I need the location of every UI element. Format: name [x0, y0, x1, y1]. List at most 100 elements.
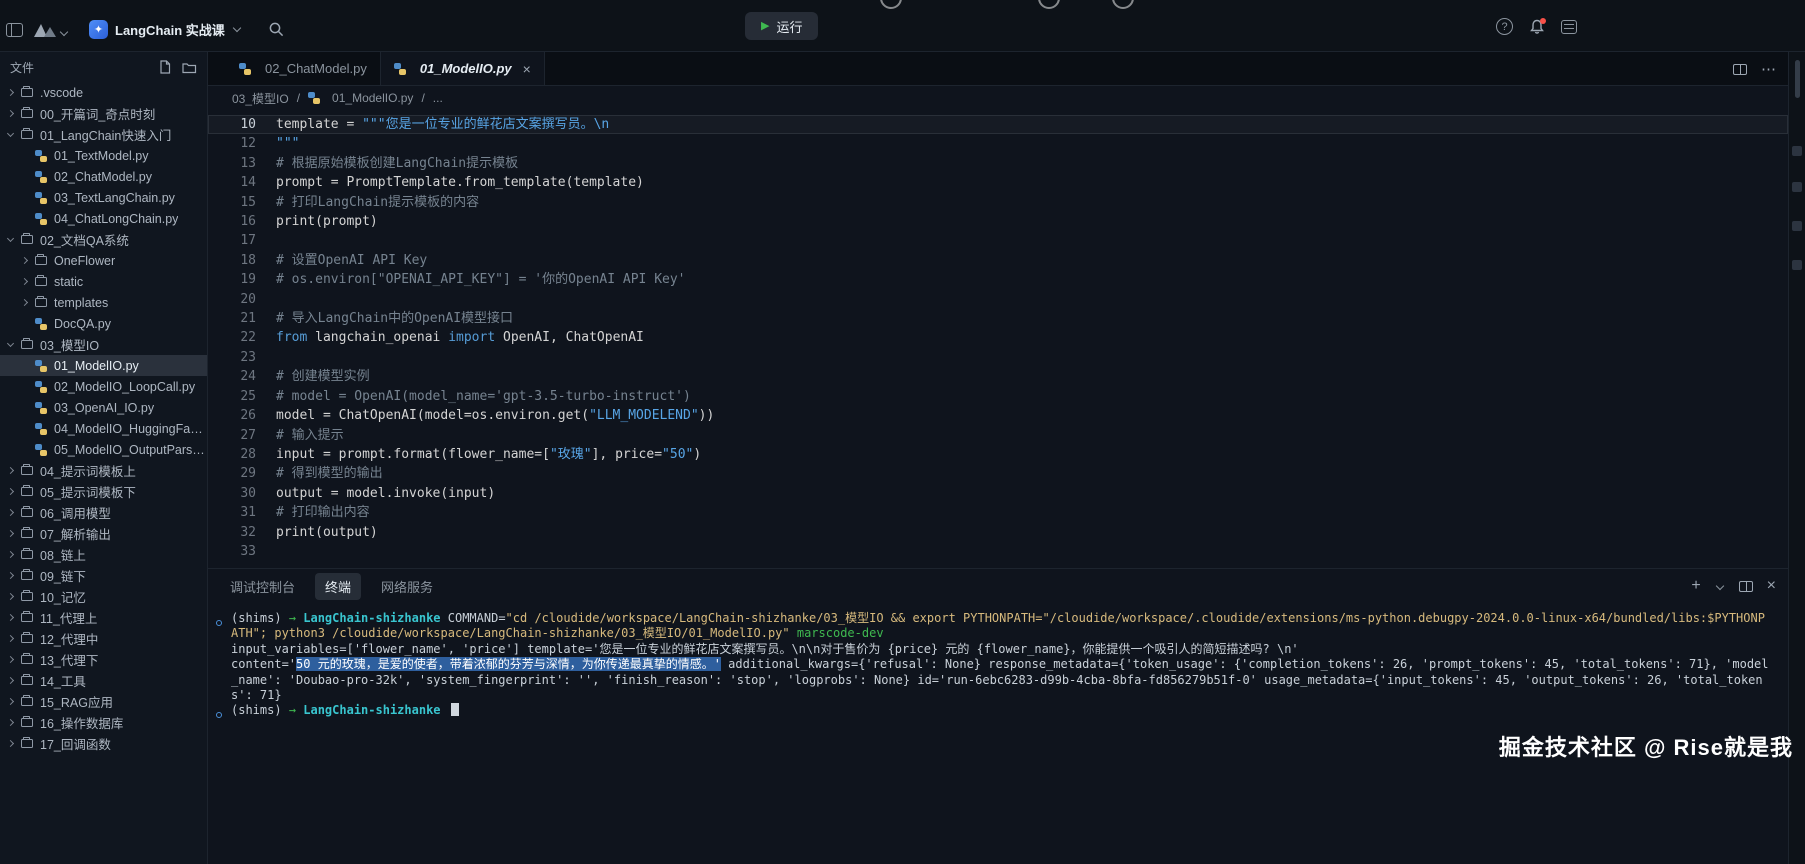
folder-icon [21, 613, 33, 622]
tree-item-file[interactable]: 04_ModelIO_HuggingFace.py [0, 418, 207, 439]
tree-item-folder[interactable]: OneFlower [0, 250, 207, 271]
code-line[interactable]: 13# 根据原始模板创建LangChain提示模板 [208, 154, 1788, 173]
tree-item-file[interactable]: 05_ModelIO_OutputParser.py [0, 439, 207, 460]
breadcrumb-file[interactable]: 01_ModelIO.py [332, 91, 413, 105]
split-terminal-icon[interactable] [1739, 581, 1753, 592]
code-line[interactable]: 21# 导入LangChain中的OpenAI模型接口 [208, 309, 1788, 328]
code-line[interactable]: 27# 输入提示 [208, 426, 1788, 445]
terminal-line[interactable]: input_variables=['flower_name', 'price']… [216, 642, 1770, 657]
code-line[interactable]: 18# 设置OpenAI API Key [208, 251, 1788, 270]
code-line[interactable]: 23 [208, 348, 1788, 367]
rail-item-icon[interactable] [1792, 146, 1802, 156]
code-line[interactable]: 29# 得到模型的输出 [208, 464, 1788, 483]
tree-item-file[interactable]: DocQA.py [0, 313, 207, 334]
tree-item-folder[interactable]: 06_调用模型 [0, 502, 207, 523]
breadcrumb-folder[interactable]: 03_模型IO [232, 90, 289, 107]
run-button[interactable]: ▶ 运行 [745, 12, 818, 40]
python-file-icon [35, 381, 47, 393]
more-actions-icon[interactable]: ⋯ [1761, 60, 1776, 78]
editor-tab[interactable]: 01_ModelIO.py× [381, 52, 545, 85]
new-folder-icon[interactable] [182, 61, 197, 74]
tree-item-folder[interactable]: 12_代理中 [0, 628, 207, 649]
new-terminal-icon[interactable]: + [1691, 578, 1700, 594]
rail-item-icon[interactable] [1792, 260, 1802, 270]
editor-tab-label: 02_ChatModel.py [265, 61, 367, 76]
tree-item-folder[interactable]: 16_操作数据库 [0, 712, 207, 733]
code-line[interactable]: 12""" [208, 134, 1788, 153]
code-line[interactable]: 14prompt = PromptTemplate.from_template(… [208, 173, 1788, 192]
tree-item-folder[interactable]: 09_链下 [0, 565, 207, 586]
terminal-line[interactable]: content='50 元的玫瑰，是爱的使者，带着浓郁的芬芳与深情，为你传递最真… [216, 657, 1770, 703]
chevron-right-icon [7, 488, 14, 495]
code-line[interactable]: 30output = model.invoke(input) [208, 484, 1788, 503]
tree-item-folder[interactable]: static [0, 271, 207, 292]
tree-item-folder[interactable]: 08_链上 [0, 544, 207, 565]
code-line[interactable]: 20 [208, 290, 1788, 309]
tree-item-folder[interactable]: 11_代理上 [0, 607, 207, 628]
panel-tab[interactable]: 网络服务 [371, 573, 443, 600]
tree-item-label: DocQA.py [54, 317, 111, 331]
tree-item-file[interactable]: 04_ChatLongChain.py [0, 208, 207, 229]
code-editor[interactable]: 10template = """您是一位专业的鲜花店文案撰写员。\n12"""1… [208, 110, 1788, 568]
tree-item-file[interactable]: 03_TextLangChain.py [0, 187, 207, 208]
search-button[interactable] [268, 21, 285, 38]
chevron-down-icon[interactable] [1715, 581, 1723, 589]
tree-item-file[interactable]: 02_ChatModel.py [0, 166, 207, 187]
project-switcher[interactable]: ✦ LangChain 实战课 [89, 20, 242, 39]
help-icon[interactable]: ? [1496, 18, 1513, 35]
tree-item-folder[interactable]: 02_文档QA系统 [0, 229, 207, 250]
code-line[interactable]: 31# 打印输出内容 [208, 503, 1788, 522]
notifications-button[interactable] [1529, 19, 1545, 35]
breadcrumb-symbol[interactable]: ... [433, 91, 443, 105]
code-line[interactable]: 25# model = OpenAI(model_name='gpt-3.5-t… [208, 387, 1788, 406]
tree-item-folder[interactable]: 10_记忆 [0, 586, 207, 607]
tree-item-folder[interactable]: templates [0, 292, 207, 313]
code-line[interactable]: 15# 打印LangChain提示模板的内容 [208, 193, 1788, 212]
tree-item-folder[interactable]: 05_提示词模板下 [0, 481, 207, 502]
folder-icon [21, 739, 33, 748]
close-panel-icon[interactable]: × [1767, 578, 1776, 594]
close-icon[interactable]: × [523, 61, 531, 77]
rail-item-icon[interactable] [1792, 221, 1802, 231]
code-line[interactable]: 26model = ChatOpenAI(model=os.environ.ge… [208, 406, 1788, 425]
chevron-right-icon [7, 698, 14, 705]
editor-tab[interactable]: 02_ChatModel.py [226, 52, 381, 85]
tree-item-folder[interactable]: .vscode [0, 82, 207, 103]
panel-tab[interactable]: 终端 [315, 573, 361, 600]
code-line[interactable]: 33 [208, 542, 1788, 561]
tree-item-file[interactable]: 03_OpenAI_IO.py [0, 397, 207, 418]
rail-item-icon[interactable] [1792, 182, 1802, 192]
code-line[interactable]: 32print(output) [208, 523, 1788, 542]
tree-item-folder[interactable]: 04_提示词模板上 [0, 460, 207, 481]
split-editor-icon[interactable] [1733, 64, 1747, 75]
terminal-line[interactable]: (shims) → LangChain-shizhanke [216, 703, 1770, 722]
code-line[interactable]: 28input = prompt.format(flower_name=["玫瑰… [208, 445, 1788, 464]
tree-item-folder[interactable]: 07_解析输出 [0, 523, 207, 544]
tree-item-folder[interactable]: 01_LangChain快速入门 [0, 124, 207, 145]
chevron-right-icon [7, 593, 14, 600]
code-line[interactable]: 10template = """您是一位专业的鲜花店文案撰写员。\n [208, 115, 1788, 134]
tree-item-file[interactable]: 01_TextModel.py [0, 145, 207, 166]
tree-item-folder[interactable]: 13_代理下 [0, 649, 207, 670]
tree-item-folder[interactable]: 00_开篇词_奇点时刻 [0, 103, 207, 124]
tree-item-file[interactable]: 01_ModelIO.py [0, 355, 207, 376]
code-line[interactable]: 19# os.environ["OPENAI_API_KEY"] = '你的Op… [208, 270, 1788, 289]
changelog-icon[interactable] [1561, 20, 1577, 34]
app-logo[interactable] [33, 22, 69, 38]
code-line[interactable]: 16print(prompt) [208, 212, 1788, 231]
terminal[interactable]: (shims) → LangChain-shizhanke COMMAND="c… [208, 603, 1788, 723]
panel-tab[interactable]: 调试控制台 [220, 573, 305, 600]
terminal-line[interactable]: (shims) → LangChain-shizhanke COMMAND="c… [216, 611, 1770, 642]
tree-item-folder[interactable]: 14_工具 [0, 670, 207, 691]
tree-item-folder[interactable]: 03_模型IO [0, 334, 207, 355]
sidebar-toggle-icon[interactable] [6, 23, 23, 37]
code-line[interactable]: 17 [208, 231, 1788, 250]
code-line[interactable]: 22from langchain_openai import OpenAI, C… [208, 328, 1788, 347]
tree-item-file[interactable]: 02_ModelIO_LoopCall.py [0, 376, 207, 397]
code-line[interactable]: 24# 创建模型实例 [208, 367, 1788, 386]
new-file-icon[interactable] [158, 60, 172, 74]
tree-item-folder[interactable]: 17_回调函数 [0, 733, 207, 754]
scrollbar-thumb[interactable] [1795, 60, 1800, 98]
file-tree: .vscode00_开篇词_奇点时刻01_LangChain快速入门01_Tex… [0, 82, 207, 754]
tree-item-folder[interactable]: 15_RAG应用 [0, 691, 207, 712]
